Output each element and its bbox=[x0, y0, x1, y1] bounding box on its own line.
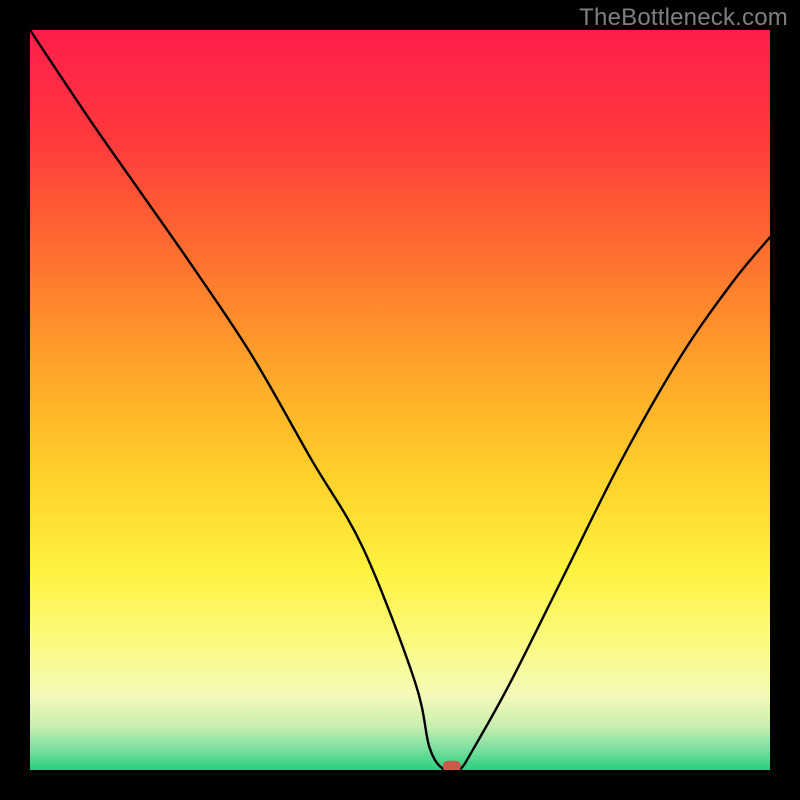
chart-frame: TheBottleneck.com bbox=[0, 0, 800, 800]
bottleneck-chart bbox=[30, 30, 770, 770]
gradient-background bbox=[30, 30, 770, 770]
watermark-text: TheBottleneck.com bbox=[579, 4, 788, 32]
plot-area bbox=[30, 30, 770, 770]
optimal-point-marker bbox=[443, 761, 461, 770]
